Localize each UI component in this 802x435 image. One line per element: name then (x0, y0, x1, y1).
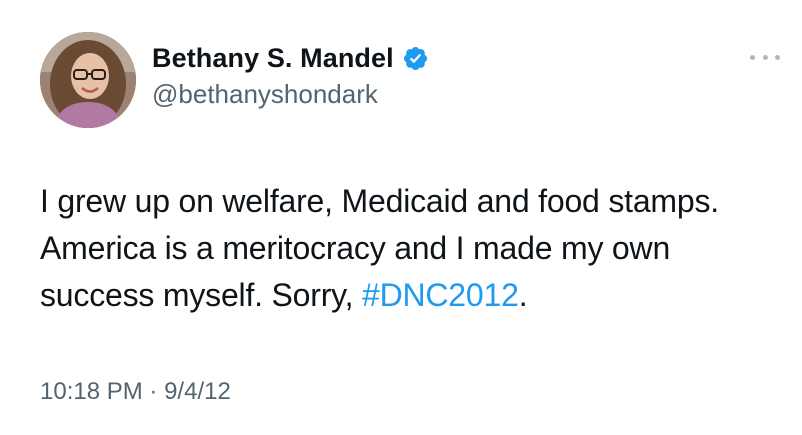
more-dot (762, 54, 768, 60)
tweet-timestamp[interactable]: 10:18 PM · 9/4/12 (40, 378, 231, 406)
name-row: Bethany S. Mandel (152, 40, 429, 76)
tweet-text: I grew up on welfare, Medicaid and food … (40, 178, 770, 319)
author-block: Bethany S. Mandel @bethanyshondark (152, 40, 429, 110)
display-name[interactable]: Bethany S. Mandel (152, 43, 394, 74)
tweet-date: 9/4/12 (164, 378, 231, 405)
avatar[interactable] (40, 32, 136, 128)
more-options-icon[interactable] (750, 52, 780, 62)
hashtag-link[interactable]: #DNC2012 (362, 277, 519, 313)
more-dot (750, 54, 755, 60)
profile-photo (40, 32, 136, 128)
tweet-text-end: . (518, 277, 528, 313)
timestamp-separator: · (149, 378, 158, 405)
tweet-time: 10:18 PM (40, 378, 143, 405)
tweet-card: Bethany S. Mandel @bethanyshondark I gre… (0, 0, 802, 435)
verified-badge-icon (402, 45, 429, 72)
more-dot (775, 54, 780, 60)
author-handle[interactable]: @bethanyshondark (152, 79, 429, 110)
